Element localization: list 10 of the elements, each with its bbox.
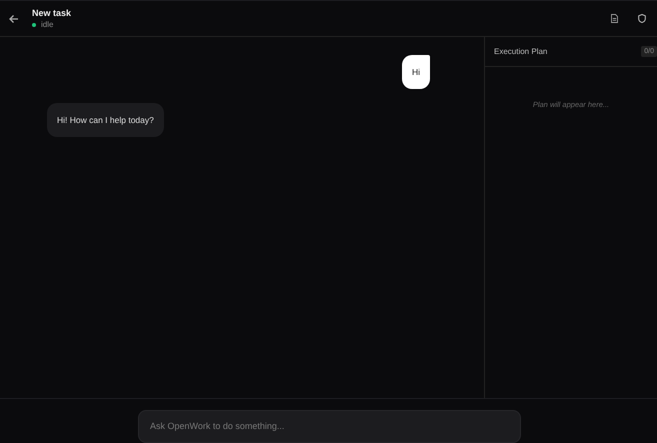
shield-button[interactable]: [635, 11, 649, 26]
document-button[interactable]: [608, 11, 621, 26]
status-label: idle: [41, 20, 54, 29]
status-dot-icon: [32, 22, 36, 26]
chat-message: Hi: [402, 55, 430, 89]
chat-message: Hi! How can I help today?: [47, 103, 164, 137]
message-input[interactable]: Ask OpenWork to do something...: [138, 410, 521, 442]
panel-title: Execution Plan: [494, 47, 548, 56]
arrow-left-icon: [9, 14, 19, 24]
task-title: New task: [32, 8, 72, 18]
